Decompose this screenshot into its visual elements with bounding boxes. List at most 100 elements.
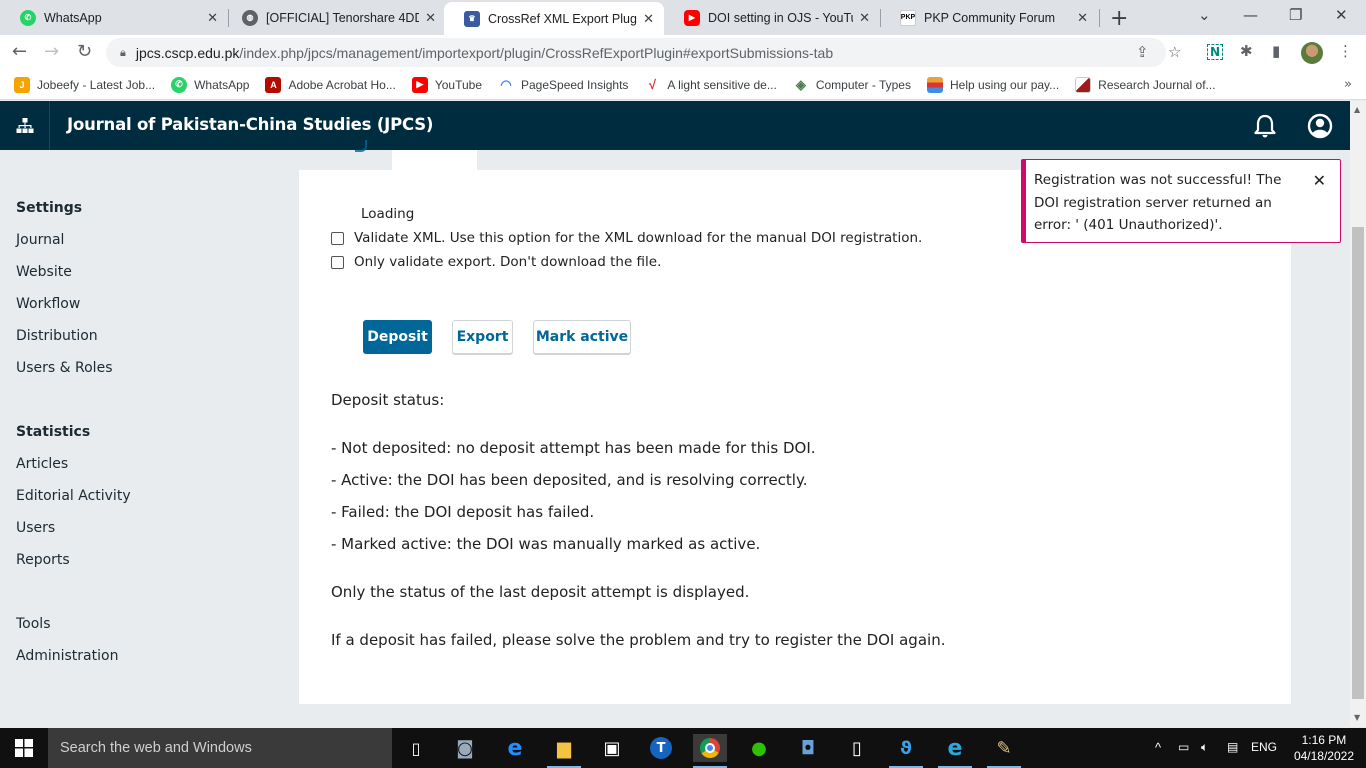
forward-button[interactable]: → [44, 41, 59, 62]
close-tab-icon[interactable]: ✕ [425, 10, 436, 26]
active-tab-remnant[interactable] [392, 150, 477, 170]
mark-active-button[interactable]: Mark active [533, 320, 631, 354]
edge-icon[interactable]: e [498, 734, 532, 762]
browser-tab-pkp-forum[interactable]: PKP PKP Community Forum ✕ [880, 0, 1098, 35]
taskbar-search-input[interactable]: Search the web and Windows [48, 728, 392, 768]
sidebar-item-workflow[interactable]: Workflow [16, 296, 80, 312]
windows-logo-icon [15, 739, 33, 757]
sidebar-heading-statistics[interactable]: Statistics [16, 424, 90, 440]
only-validate-label: Only validate export. Don't download the… [354, 254, 662, 270]
sitemap-button[interactable] [0, 101, 50, 150]
notifications-bell-icon[interactable] [1252, 113, 1278, 139]
scroll-down-arrow-icon[interactable]: ▼ [1354, 713, 1360, 722]
notification-message: Registration was not successful! The DOI… [1034, 172, 1282, 233]
scrollbar-thumb[interactable] [1352, 227, 1364, 699]
user-account-icon[interactable] [1307, 113, 1333, 139]
start-button[interactable] [0, 728, 48, 768]
only-validate-option[interactable]: Only validate export. Don't download the… [331, 254, 661, 270]
more-bookmarks-button[interactable]: » [1344, 77, 1352, 92]
close-window-button[interactable]: ✕ [1335, 6, 1348, 24]
browser-tab-tenorshare[interactable]: ◍ [OFFICIAL] Tenorshare 4DDiG ✕ [222, 0, 446, 35]
jobeefy-icon: J [14, 76, 30, 93]
extension-n-icon[interactable]: N [1207, 44, 1224, 60]
sidebar-item-reports[interactable]: Reports [16, 552, 70, 568]
validate-xml-option[interactable]: Validate XML. Use this option for the XM… [331, 230, 922, 246]
sidebar-item-users-roles[interactable]: Users & Roles [16, 360, 112, 376]
document-icon[interactable]: ▯ [840, 734, 874, 762]
restore-button[interactable]: ❐ [1289, 6, 1302, 24]
scroll-up-arrow-icon[interactable]: ▲ [1354, 105, 1360, 114]
whatsapp-icon: ✆ [171, 76, 188, 93]
lock-icon: 🔒︎ [120, 45, 126, 59]
page-scrollbar[interactable]: ▲ ▼ [1350, 101, 1366, 727]
store-icon[interactable]: ▣ [595, 734, 629, 762]
taskbar-clock[interactable]: 1:16 PM 04/18/2022 [1294, 732, 1354, 764]
globe-icon: ◍ [242, 9, 258, 26]
side-panel-icon[interactable]: ▮ [1272, 42, 1280, 60]
bookmark-research-journal[interactable]: Research Journal of... [1075, 76, 1216, 93]
new-tab-button[interactable]: + [1110, 6, 1128, 31]
sidebar-item-administration[interactable]: Administration [16, 648, 118, 664]
minimize-button[interactable]: — [1243, 6, 1258, 24]
sidebar-item-journal[interactable]: Journal [16, 232, 64, 248]
file-explorer-icon[interactable]: ▆ [547, 734, 581, 768]
journal-title[interactable]: Journal of Pakistan-China Studies (JPCS) [67, 115, 433, 134]
bookmark-jobeefy[interactable]: J Jobeefy - Latest Job... [14, 76, 155, 93]
close-tab-icon[interactable]: ✕ [643, 11, 654, 27]
bookmark-pagespeed[interactable]: ◠ PageSpeed Insights [498, 76, 628, 93]
paint-icon[interactable]: ✎ [987, 734, 1021, 768]
browser-toolbar: ← → ↻ 🔒︎ jpcs.cscp.edu.pk/index.php/jpcs… [0, 35, 1366, 70]
browser-tab-youtube[interactable]: ▶ DOI setting in OJS - YouTube ✕ [664, 0, 880, 35]
bookmark-computer-types[interactable]: ◈ Computer - Types [792, 76, 911, 93]
wave-app-icon[interactable]: ϑ [889, 734, 923, 768]
input-language[interactable]: ENG [1251, 740, 1277, 754]
sidebar-item-articles[interactable]: Articles [16, 456, 68, 472]
bookmark-adobe-acrobat[interactable]: A Adobe Acrobat Ho... [265, 76, 396, 93]
tab-search-button[interactable]: ⌄ [1198, 6, 1211, 24]
sidebar-item-users[interactable]: Users [16, 520, 55, 536]
close-tab-icon[interactable]: ✕ [859, 10, 870, 26]
tab-label-remnant [355, 140, 367, 152]
volume-icon[interactable]: 🔈︎ [1201, 740, 1208, 755]
extensions-puzzle-icon[interactable]: ✱ [1240, 42, 1253, 60]
export-button[interactable]: Export [452, 320, 513, 354]
profile-avatar[interactable] [1301, 42, 1323, 64]
bookmark-star-icon[interactable]: ☆ [1168, 43, 1181, 61]
network-icon[interactable]: ▭ [1178, 740, 1189, 754]
validate-xml-checkbox[interactable] [331, 231, 344, 245]
adobe-acrobat-icon: A [265, 76, 282, 93]
reload-button[interactable]: ↻ [77, 41, 92, 62]
bookmarks-bar: J Jobeefy - Latest Job... ✆ WhatsApp A Adob… [0, 70, 1366, 100]
sidebar-item-website[interactable]: Website [16, 264, 72, 280]
action-center-icon[interactable]: ▤ [1227, 740, 1238, 754]
sidebar-item-distribution[interactable]: Distribution [16, 328, 98, 344]
hp-app-icon[interactable]: ◙ [448, 734, 482, 762]
media-app-icon[interactable]: ◘ [791, 734, 825, 762]
bookmark-whatsapp[interactable]: ✆ WhatsApp [171, 76, 249, 93]
bookmark-help-payment[interactable]: Help using our pay... [926, 76, 1059, 93]
bookmark-light-sensitive[interactable]: √ A light sensitive de... [644, 76, 777, 93]
browser-menu-icon[interactable]: ⋮ [1338, 42, 1353, 60]
bookmark-youtube[interactable]: ▶ YouTube [411, 76, 482, 93]
close-notification-icon[interactable]: ✕ [1313, 170, 1326, 193]
t-app-icon[interactable]: T [644, 734, 678, 762]
sidebar-item-tools[interactable]: Tools [16, 616, 51, 632]
back-button[interactable]: ← [12, 41, 27, 62]
browser-tab-crossref[interactable]: ♛ CrossRef XML Export Plugin | ✕ [444, 2, 664, 35]
close-tab-icon[interactable]: ✕ [207, 10, 218, 26]
close-tab-icon[interactable]: ✕ [1077, 10, 1088, 26]
browser-tab-whatsapp[interactable]: ✆ WhatsApp ✕ [0, 0, 228, 35]
internet-explorer-icon[interactable]: e [938, 734, 972, 768]
wechat-icon[interactable]: ● [742, 734, 776, 762]
sidebar-item-editorial-activity[interactable]: Editorial Activity [16, 488, 131, 504]
address-bar[interactable]: 🔒︎ jpcs.cscp.edu.pk/index.php/jpcs/manag… [106, 38, 1166, 67]
status-not-deposited: - Not deposited: no deposit attempt has … [331, 439, 816, 457]
tab-label: WhatsApp [44, 10, 102, 25]
show-hidden-icons-icon[interactable]: ^ [1155, 740, 1161, 755]
sidebar-heading-settings[interactable]: Settings [16, 200, 82, 216]
share-icon[interactable]: ⇪ [1136, 43, 1149, 61]
task-view-icon[interactable]: ▯ [399, 734, 433, 762]
chrome-icon[interactable] [693, 734, 727, 768]
deposit-button[interactable]: Deposit [363, 320, 432, 354]
only-validate-checkbox[interactable] [331, 255, 344, 269]
